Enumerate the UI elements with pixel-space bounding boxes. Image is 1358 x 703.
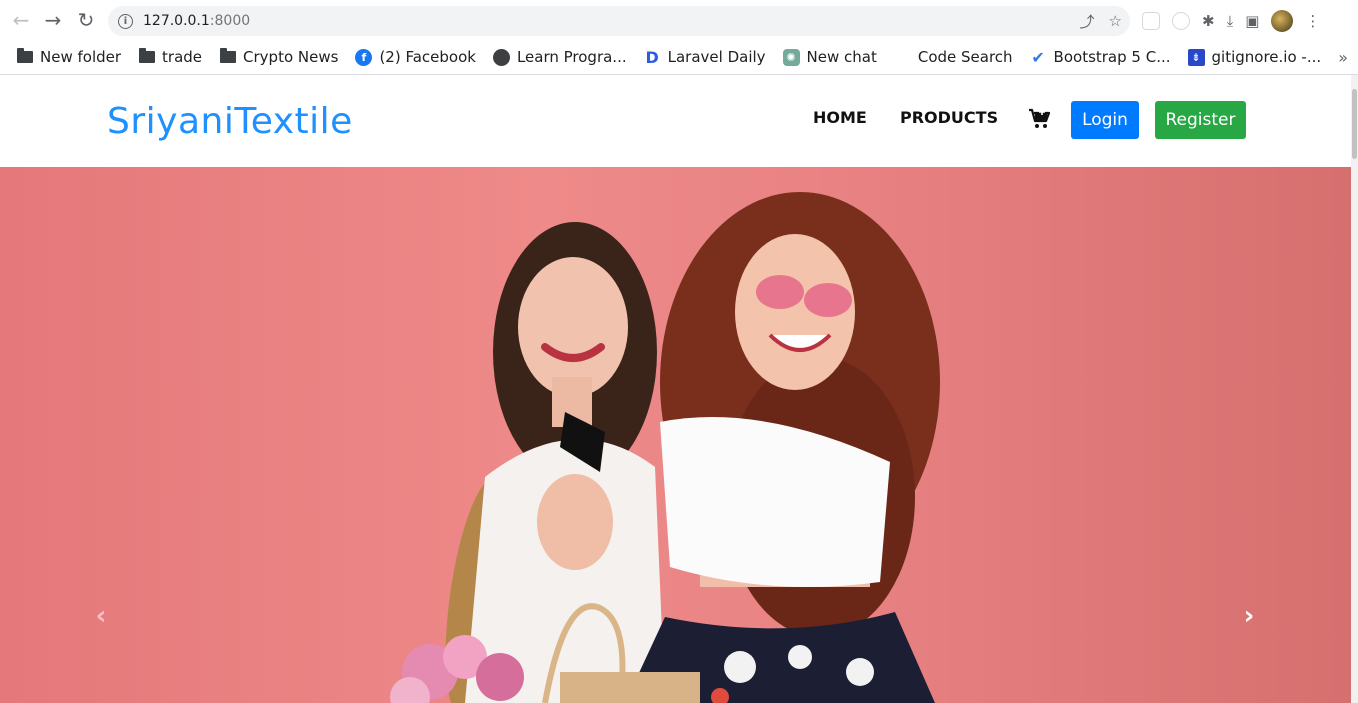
chevron-left-icon: ‹ [95, 601, 107, 631]
folder-icon [16, 48, 33, 66]
bookmark-trade[interactable]: trade [136, 43, 209, 71]
extension-icon[interactable] [1142, 12, 1160, 30]
hero-image [390, 192, 940, 703]
carousel-next-button[interactable]: › [1234, 601, 1264, 631]
brand-logo[interactable]: SriyaniTextile [107, 101, 353, 142]
menu-kebab-icon[interactable]: ⋮ [1305, 12, 1320, 30]
url-text[interactable]: 127.0.0.1:8000 [143, 13, 250, 29]
scrollbar-thumb[interactable] [1352, 89, 1357, 159]
bookmarks-bar: New folder trade Crypto News f (2) Faceb… [0, 41, 1358, 73]
bookmark-new-chat[interactable]: ✺ New chat [781, 43, 884, 71]
share-icon[interactable]: ⤴ [1080, 11, 1095, 32]
register-button[interactable]: Register [1155, 101, 1246, 139]
bookmark-star-icon[interactable]: ☆ [1109, 12, 1122, 30]
chatgpt-icon: ✺ [782, 48, 800, 66]
bookmark-learn-programming[interactable]: Learn Progra... [491, 43, 634, 71]
profile-avatar[interactable] [1271, 10, 1294, 32]
chevron-right-icon: › [1243, 601, 1255, 631]
cart-icon[interactable] [1028, 107, 1052, 131]
nav-home-link[interactable]: HOME [813, 108, 867, 127]
bookmark-laravel-daily[interactable]: D Laravel Daily [642, 43, 773, 71]
extensions-puzzle-icon[interactable]: ✱ [1202, 12, 1215, 30]
web-page: SriyaniTextile HOME PRODUCTS Login Regis… [0, 75, 1351, 703]
login-button[interactable]: Login [1071, 101, 1139, 139]
gitignore-icon: ⇟ [1187, 48, 1205, 66]
carousel-prev-button[interactable]: ‹ [86, 601, 116, 631]
folder-icon [219, 48, 236, 66]
bookmarks-overflow-icon[interactable]: » [1338, 41, 1348, 73]
hero-carousel: ‹ › [0, 167, 1351, 703]
globe-icon [492, 48, 510, 66]
side-panel-icon[interactable]: ▣ [1245, 12, 1259, 30]
address-bar[interactable]: i 127.0.0.1:8000 ⤴ ☆ [108, 6, 1130, 36]
reload-button[interactable]: ↻ [70, 4, 102, 36]
code-search-icon [894, 49, 911, 66]
folder-icon [138, 48, 155, 66]
nav-products-link[interactable]: PRODUCTS [900, 108, 998, 127]
download-icon[interactable]: ⤓ [1227, 12, 1234, 30]
bookmark-new-folder[interactable]: New folder [14, 43, 128, 71]
bookmark-bootstrap[interactable]: ✔ Bootstrap 5 C... [1028, 43, 1178, 71]
laravel-daily-icon: D [645, 47, 659, 67]
bookmark-code-search[interactable]: Code Search [892, 43, 1020, 71]
bookmark-crypto-news[interactable]: Crypto News [217, 43, 345, 71]
forward-button[interactable]: → [37, 4, 69, 36]
bookmark-facebook[interactable]: f (2) Facebook [353, 43, 483, 71]
bootstrap-check-icon: ✔ [1031, 47, 1045, 67]
site-navbar: SriyaniTextile HOME PRODUCTS Login Regis… [0, 75, 1351, 167]
page-scrollbar[interactable] [1351, 75, 1358, 703]
back-button[interactable]: ← [5, 4, 37, 36]
browser-toolbar: ← → ↻ i 127.0.0.1:8000 ⤴ ☆ ✱ ⤓ ▣ ⋮ [0, 0, 1358, 41]
extension-icon[interactable] [1172, 12, 1190, 30]
bookmark-gitignore[interactable]: ⇟ gitignore.io -... [1186, 43, 1329, 71]
facebook-icon: f [355, 48, 373, 66]
site-info-icon[interactable]: i [118, 13, 133, 29]
